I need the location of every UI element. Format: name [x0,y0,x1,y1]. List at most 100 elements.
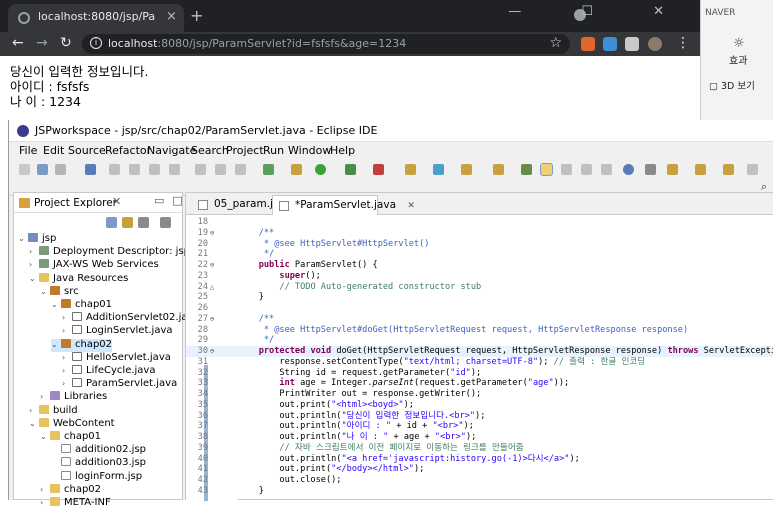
forward-arrow-icon[interactable]: → [36,35,48,51]
code-line[interactable]: 39 // 자바 스크립트에서 이전 페이지로 이동하는 링크를 만들어줌 [186,443,773,454]
tab-close-button[interactable]: ✕ [407,201,415,211]
filter-icon[interactable] [138,217,149,228]
next-annotation-icon[interactable] [667,164,678,175]
tree-item[interactable]: ⌄ jsp [18,233,56,246]
tree-item[interactable]: › AdditionServlet02.java [62,312,200,325]
chevron-down-icon[interactable]: ⌄ [40,287,50,296]
chevron-down-icon[interactable]: ⌄ [51,300,61,309]
menu-navigate[interactable]: Navigate [147,144,196,157]
search-icon[interactable]: ⌕ [761,180,773,193]
menu-help[interactable]: Help [330,144,355,157]
chevron-right-icon[interactable]: › [40,498,50,507]
extension-icon[interactable] [603,37,617,51]
search-tool-icon[interactable] [521,164,532,175]
step-over-icon[interactable] [215,164,226,175]
chevron-right-icon[interactable]: › [62,353,72,362]
chevron-right-icon[interactable]: › [62,313,72,322]
code-line[interactable]: 34 PrintWriter out = response.getWriter(… [186,389,773,400]
view-3d-button[interactable]: ▢ 3D 보기 [709,78,755,92]
tree-item[interactable]: addition03.jsp [51,457,146,470]
menu-window[interactable]: Window [288,144,331,157]
code-line[interactable]: 33 int age = Integer.parseInt(request.ge… [186,378,773,389]
code-line[interactable]: 31 response.setContentType("text/html; c… [186,357,773,368]
chevron-right-icon[interactable]: › [62,326,72,335]
project-explorer-header[interactable]: Project Explorer ✕ ▭□ [14,193,183,213]
code-line[interactable]: 35 out.print("<html><boyd>"); [186,400,773,411]
chevron-down-icon[interactable]: ⌄ [51,340,61,349]
terminate-icon[interactable] [169,164,180,175]
media-control-icon[interactable] [625,37,639,51]
new-class-icon[interactable] [461,164,472,175]
terminal-icon[interactable] [85,164,96,175]
code-line[interactable]: 19 ⊖ /** [186,228,773,239]
pilcrow-icon[interactable] [601,164,612,175]
suspend-icon[interactable] [149,164,160,175]
link-editor-icon[interactable] [122,217,133,228]
save-icon[interactable] [37,164,48,175]
debug-icon[interactable] [291,164,302,175]
step-icon[interactable] [195,164,206,175]
chevron-down-icon[interactable]: ⌄ [29,419,39,428]
chevron-right-icon[interactable]: › [40,392,50,401]
marker-icon[interactable]: △ [210,282,220,293]
fold-icon[interactable]: ⊖ [210,260,220,271]
tree-item[interactable]: › Libraries [40,391,107,404]
menu-file[interactable]: File [19,144,37,157]
collapse-all-icon[interactable] [106,217,117,228]
tree-item[interactable]: addition02.jsp [51,444,146,457]
show-whitespace-icon[interactable] [561,164,572,175]
code-line[interactable]: 27 ⊖ /** [186,314,773,325]
code-line[interactable]: 37 out.println("아이디 : " + id + "<br>"); [186,421,773,432]
tree-item[interactable]: › chap02 [40,483,101,497]
server-icon[interactable] [263,164,274,175]
code-line[interactable]: 25 } [186,292,773,303]
save-all-icon[interactable] [55,164,66,175]
run-icon[interactable] [315,164,326,175]
new-icon[interactable] [19,164,30,175]
chevron-right-icon[interactable]: › [29,247,39,256]
tab-param-servlet[interactable]: *ParamServlet.java ✕ [272,195,415,215]
window-controls[interactable]: — ☐ ✕ [508,4,692,19]
tree-item[interactable]: ⌄ chap01 [40,431,101,444]
tree-item[interactable]: › JAX-WS Web Services [29,259,159,272]
coverage-icon[interactable] [345,164,356,175]
code-line[interactable]: 43 } [186,486,773,497]
external-tools-icon[interactable] [373,164,384,175]
skip-icon[interactable] [109,164,120,175]
chevron-right-icon[interactable]: › [40,485,50,494]
code-line[interactable]: 42 out.close(); [186,475,773,486]
browser-tab[interactable]: localhost:8080/jsp/ParamServlet × [8,4,184,32]
fold-icon[interactable]: ⊖ [210,314,220,325]
site-info-icon[interactable]: i [90,37,102,49]
code-line[interactable]: 32 String id = request.getParameter("id"… [186,368,773,379]
fold-icon[interactable]: ⊖ [210,346,220,357]
tree-item[interactable]: › Deployment Descriptor: jsp [29,246,190,259]
tree-item[interactable]: › build [29,404,78,418]
profile-avatar[interactable] [648,37,662,51]
fold-icon[interactable]: ⊖ [210,228,220,239]
view-menu-icon[interactable] [160,217,171,228]
code-line[interactable]: 21 */ [186,249,773,260]
extension-icon[interactable] [581,37,595,51]
reload-icon[interactable]: ↻ [60,35,72,51]
menu-source[interactable]: Source [68,144,106,157]
code-line[interactable]: 36 out.println("당신이 입력한 정보입니다.<br>"); [186,411,773,422]
tab-close-button[interactable]: × [166,9,177,24]
menu-refactor[interactable]: Refactor [105,144,151,157]
forward-icon[interactable] [747,164,758,175]
code-line[interactable]: 22 ⊖ public ParamServlet() { [186,260,773,271]
url-text[interactable]: localhost:8080/jsp/ParamServlet?id=fsfsf… [108,37,406,50]
chevron-down-icon[interactable]: ⌄ [29,274,39,283]
menu-run[interactable]: Run [263,144,284,157]
code-line[interactable]: 30 ⊖ protected void doGet(HttpServletRequ… [186,346,773,357]
chevron-down-icon[interactable]: ⌄ [18,234,28,243]
block-select-icon[interactable] [581,164,592,175]
code-line[interactable]: 18 [186,217,773,228]
tree-item[interactable]: ⌄ src [40,285,79,299]
menu-edit[interactable]: Edit [43,144,64,157]
step-return-icon[interactable] [235,164,246,175]
view-close-button[interactable]: ✕ [112,195,121,208]
toggle-mark-icon[interactable] [540,163,553,176]
tree-item[interactable]: › ParamServlet.java [62,378,177,391]
tree-item[interactable]: › LifeCycle.java [62,365,155,378]
